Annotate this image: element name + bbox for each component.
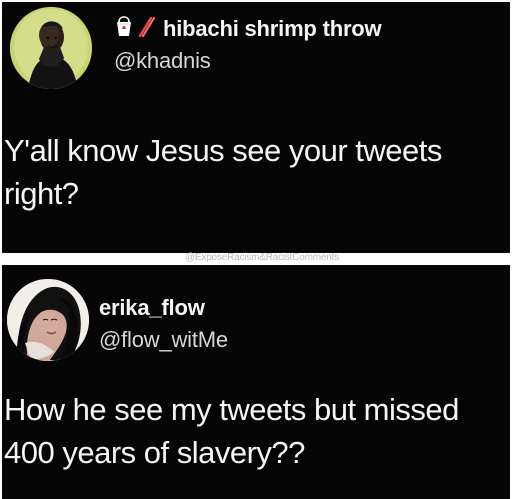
screenshot-composite: hibachi shrimp throw @khadnis Y'all know…: [0, 0, 512, 499]
display-name[interactable]: erika_flow: [99, 295, 205, 321]
tweet-text: Y'all know Jesus see your tweets right?: [4, 129, 442, 215]
tweet-text-line-2: right?: [4, 176, 79, 211]
display-name[interactable]: hibachi shrimp throw: [163, 16, 382, 42]
tweet-text-line-2: 400 years of slavery??: [4, 435, 305, 470]
tweet-header-flow-witme: erika_flow: [99, 294, 205, 322]
watermark: @ExposeRacism&RacistComments: [184, 252, 340, 263]
tweet-text-line-1: How he see my tweets but missed: [4, 392, 459, 427]
tweet-text: How he see my tweets but missed 400 year…: [4, 388, 459, 474]
user-handle[interactable]: @flow_witMe: [99, 327, 228, 353]
profile-avatar-flow-witme[interactable]: [7, 279, 89, 361]
tweet-header-khadnis: hibachi shrimp throw: [114, 14, 382, 44]
profile-photo-flow-witme: [7, 279, 89, 361]
tweet-card-flow-witme: erika_flow @flow_witMe How he see my twe…: [2, 265, 510, 499]
takeout-box-icon: [114, 15, 134, 43]
display-name-emoji-group: [114, 15, 156, 43]
chopsticks-icon: [137, 16, 156, 43]
profile-avatar-khadnis[interactable]: [10, 7, 92, 89]
tweet-card-khadnis: hibachi shrimp throw @khadnis Y'all know…: [2, 2, 510, 253]
profile-photo-khadnis: [10, 7, 92, 89]
tweet-text-line-1: Y'all know Jesus see your tweets: [4, 133, 442, 168]
user-handle[interactable]: @khadnis: [114, 48, 211, 74]
